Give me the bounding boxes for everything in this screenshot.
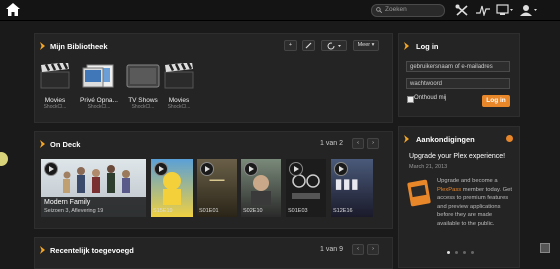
library-item-title: Movies	[168, 97, 190, 104]
play-icon[interactable]	[200, 162, 214, 176]
library-panel: Mijn Bibliotheek + Meer ▾ Movies ShockCl…	[34, 33, 393, 123]
refresh-icon	[327, 42, 341, 49]
recent-pager: 1 van 9	[320, 246, 343, 253]
poster-artwork-text: ▬▬▬	[209, 177, 225, 183]
chevron-right-icon	[40, 42, 45, 50]
side-drawer-handle[interactable]	[0, 152, 8, 166]
carousel-dot[interactable]	[454, 251, 458, 254]
edit-button[interactable]	[302, 40, 315, 51]
announcements-panel: Aankondigingen Upgrade your Plex experie…	[398, 126, 520, 268]
episode-card[interactable]: S02E10	[241, 159, 281, 217]
remember-checkbox[interactable]	[407, 96, 414, 103]
plexpass-link[interactable]: PlexPass	[437, 187, 461, 193]
photos-icon	[82, 64, 114, 88]
library-item-movies[interactable]: Movies ShockCl...	[35, 62, 75, 110]
tv-icon	[126, 64, 160, 88]
search-box[interactable]: Zoeken	[371, 4, 445, 17]
prev-page-button[interactable]: ‹	[352, 138, 364, 149]
more-button[interactable]: Meer ▾	[353, 40, 379, 51]
episode-label: S01E03	[288, 208, 308, 214]
library-item-title: Movies	[44, 97, 66, 104]
library-item-title: Privé Opna...	[80, 97, 118, 104]
news-headline[interactable]: Upgrade your Plex experience!	[409, 153, 505, 160]
featured-episode-card[interactable]: Modern Family Seizoen 3, Aflevering 19	[41, 159, 146, 217]
recent-panel: Recentelijk toegevoegd 1 van 9 ‹ ›	[34, 237, 393, 269]
search-input[interactable]: Zoeken	[385, 6, 407, 13]
add-button[interactable]: +	[284, 40, 297, 51]
screen-icon[interactable]	[496, 4, 514, 16]
next-page-button[interactable]: ›	[367, 244, 379, 255]
login-button[interactable]: Log in	[482, 95, 510, 107]
user-icon[interactable]	[520, 4, 538, 16]
next-page-button[interactable]: ›	[367, 138, 379, 149]
featured-caption: Modern Family Seizoen 3, Aflevering 19	[41, 197, 146, 217]
library-item-tvshows[interactable]: TV Shows ShockCl...	[123, 63, 163, 110]
fullscreen-icon[interactable]	[540, 243, 550, 253]
username-field[interactable]: gebruikersnaam of e-mailadres	[406, 61, 510, 72]
refresh-button[interactable]	[321, 40, 347, 51]
settings-tools-icon[interactable]	[455, 4, 469, 16]
home-icon[interactable]	[6, 3, 20, 16]
library-item-movies-2[interactable]: Movies ShockCl...	[159, 62, 199, 110]
news-body: Upgrade and become a PlexPass member tod…	[437, 177, 513, 228]
news-body-pre: Upgrade and become a	[437, 178, 498, 184]
carousel-dot[interactable]	[447, 251, 450, 254]
password-field[interactable]: wachtwoord	[406, 78, 510, 89]
episode-card[interactable]: S15E19	[151, 159, 193, 217]
carousel-dot[interactable]	[462, 251, 466, 254]
chevron-right-icon	[404, 135, 409, 143]
play-icon[interactable]	[44, 162, 58, 176]
recent-title: Recentelijk toegevoegd	[50, 246, 134, 255]
top-bar: Zoeken	[0, 0, 560, 21]
library-item-title: TV Shows	[128, 97, 158, 104]
library-title: Mijn Bibliotheek	[50, 42, 108, 51]
clapperboard-icon	[40, 62, 70, 89]
episode-card[interactable]: ▮▮▮ S12E16	[331, 159, 373, 217]
episode-label: S02E10	[243, 208, 263, 214]
announcements-title: Aankondigingen	[416, 135, 475, 144]
library-item-server: ShockCl...	[131, 104, 155, 110]
episode-label: S15E19	[153, 208, 173, 214]
remember-label: Onthoud mij	[414, 95, 447, 101]
play-icon[interactable]	[289, 162, 303, 176]
episode-label: S01E01	[199, 208, 219, 214]
pencil-icon	[305, 42, 312, 49]
play-icon[interactable]	[154, 162, 168, 176]
play-icon[interactable]	[244, 162, 258, 176]
featured-title: Modern Family	[44, 199, 91, 206]
episode-label: S12E16	[333, 208, 353, 214]
carousel-dot[interactable]	[470, 251, 474, 254]
play-icon[interactable]	[334, 162, 348, 176]
prev-page-button[interactable]: ‹	[352, 244, 364, 255]
episode-card[interactable]: S01E03	[286, 159, 326, 217]
activity-icon[interactable]	[476, 4, 490, 16]
chevron-right-icon	[40, 140, 45, 148]
clapperboard-icon	[164, 62, 194, 89]
rss-dot-icon[interactable]	[506, 135, 513, 142]
carousel-dots	[447, 249, 474, 256]
library-item-server: ShockCl...	[43, 104, 67, 110]
episode-card[interactable]: ▬▬▬ S01E01	[197, 159, 237, 217]
chevron-right-icon	[40, 246, 45, 254]
ondeck-title: On Deck	[50, 140, 81, 149]
library-item-private[interactable]: Privé Opna... ShockCl...	[79, 63, 119, 110]
more-label: Meer	[357, 42, 371, 48]
plex-pass-badge-icon	[407, 179, 431, 207]
news-date: March 21, 2013	[409, 164, 448, 170]
search-icon	[376, 7, 382, 13]
featured-subtitle: Seizoen 3, Aflevering 19	[44, 208, 104, 214]
library-item-server: ShockCl...	[87, 104, 111, 110]
poster-artwork-text: ▮▮▮	[335, 176, 360, 191]
ondeck-pager: 1 van 2	[320, 140, 343, 147]
chevron-right-icon	[404, 42, 409, 50]
login-title: Log in	[416, 42, 439, 51]
library-item-server: ShockCl...	[167, 104, 191, 110]
